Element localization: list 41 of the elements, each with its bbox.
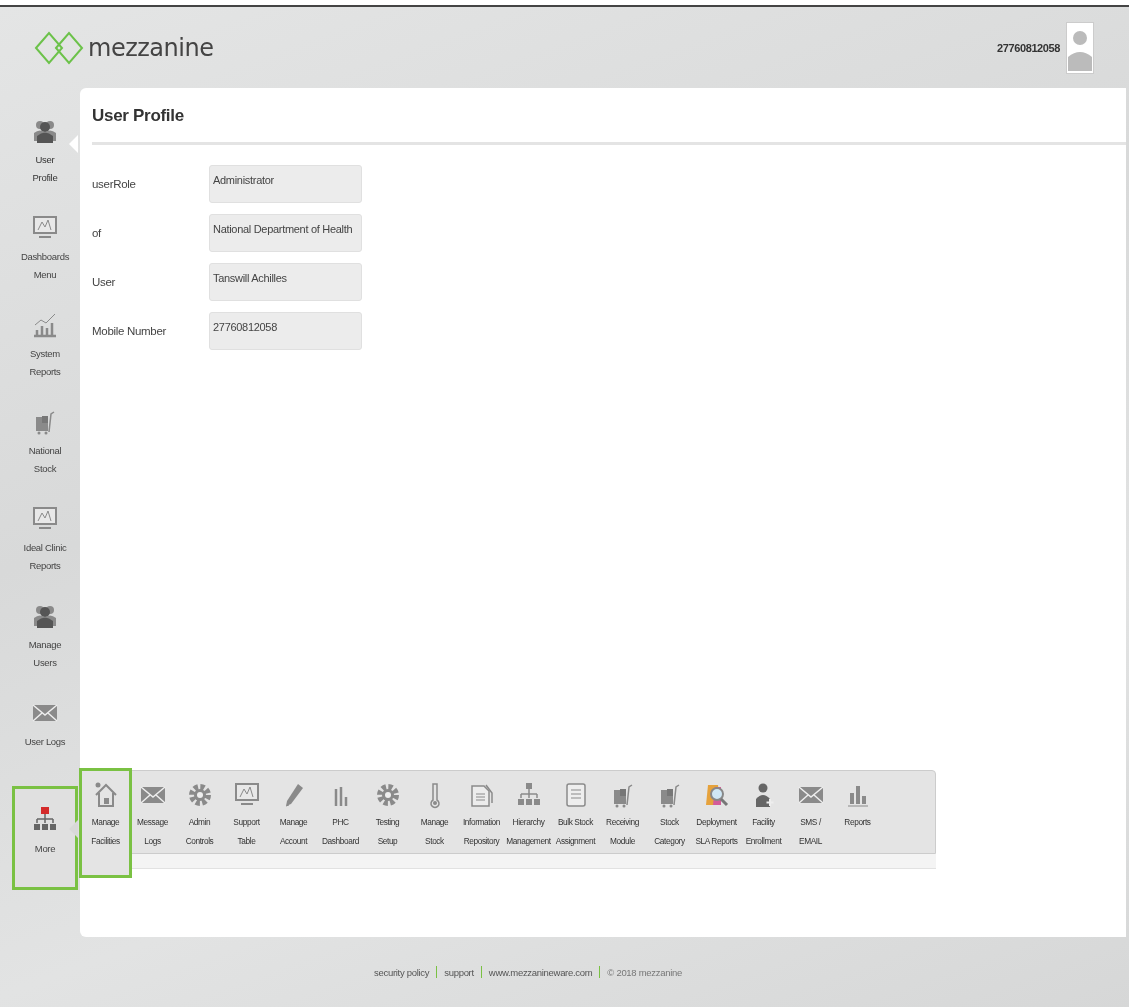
menu-item[interactable]: Facility Enrollment [740,771,787,853]
field-label: userRole [92,178,137,190]
user-number[interactable]: 27760812058 [997,41,1060,54]
field-label: User [92,276,117,288]
logo-icon [34,29,84,66]
sidebar-item[interactable]: Manage Users [12,592,78,689]
chart-icon [31,311,59,339]
avatar-icon[interactable] [1066,21,1094,74]
sidebar-item[interactable]: System Reports [12,301,78,398]
field-label: Mobile Number [92,325,168,337]
sidebar-item[interactable]: National Stock [12,398,78,495]
field-label: of [92,227,103,239]
menu-item[interactable]: Deployment SLA Reports [693,771,740,853]
menu-item[interactable]: Stock Category [646,771,693,853]
footer-link[interactable]: security policy [374,966,430,978]
footer-link[interactable]: www.mezzanineware.com [488,966,593,978]
sidebar-item[interactable]: More [12,786,78,890]
menu-item[interactable]: Testing Setup [364,771,411,853]
menu-item[interactable]: Manage Account [270,771,317,853]
input-field[interactable]: 27760812058 [209,312,362,350]
menu-item[interactable]: Message Logs [129,771,176,853]
menu-item[interactable]: Hierarchy Management [505,771,552,853]
logo-text: mezzanine [88,33,214,62]
input-field[interactable]: National Department of Health [209,214,362,252]
footer-link[interactable]: support [444,966,474,978]
menu-item[interactable]: Admin Controls [176,771,223,853]
menu-item[interactable]: Receiving Module [599,771,646,853]
menu-item[interactable]: Manage Stock [411,771,458,853]
sidebar-item[interactable]: User Logs [12,689,78,786]
menu-item[interactable]: Support Table [223,771,270,853]
page-title: User Profile [92,88,1126,145]
menu-item[interactable]: Information Repository [458,771,505,853]
input-field[interactable]: Tanswill Achilles [209,263,362,301]
menu-item[interactable]: PHC Dashboard [317,771,364,853]
input-field[interactable]: Administrator [209,165,362,203]
menu-item[interactable]: Reports [834,771,881,853]
sidebar-item[interactable]: Ideal Clinic Reports [12,495,78,592]
copyright-text: © 2018 mezzanine [607,966,682,978]
sidebar-item[interactable]: Dashboards Menu [12,204,78,301]
menu-item[interactable]: SMS / EMAIL [787,771,834,853]
menu-item[interactable]: Bulk Stock Assignment [552,771,599,853]
